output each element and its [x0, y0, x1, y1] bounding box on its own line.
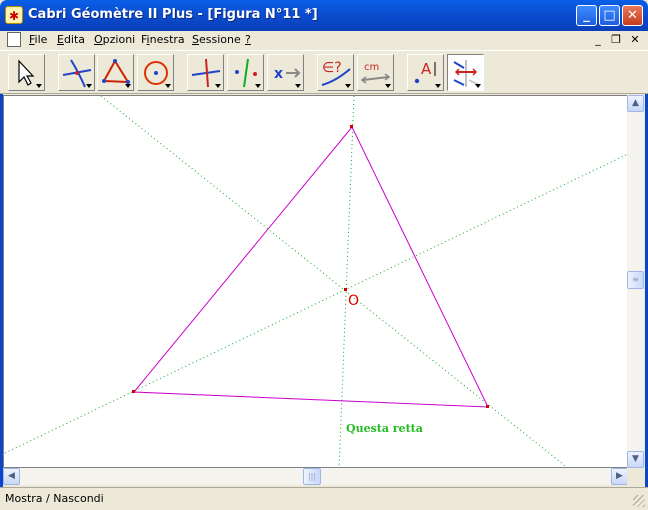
document-icon[interactable]	[7, 32, 21, 47]
menu-edita[interactable]: Edita	[57, 33, 85, 46]
vertex-right[interactable]	[486, 405, 489, 408]
tool-label[interactable]: A	[407, 54, 444, 91]
vertical-scroll-thumb[interactable]: ≡	[627, 271, 644, 289]
tool-show-hide[interactable]	[447, 54, 484, 91]
status-bar: Mostra / Nascondi	[0, 487, 648, 510]
resize-grip-icon[interactable]	[633, 495, 645, 507]
mdi-restore-button[interactable]: ❐	[608, 33, 624, 47]
svg-text:∈?: ∈?	[322, 60, 342, 76]
cabri-icon[interactable]: ✱	[5, 6, 23, 24]
drawing-canvas[interactable]: O Questa retta	[3, 95, 628, 468]
window-title: Cabri Géomètre II Plus - [Figura N°11 *]	[28, 7, 318, 22]
menu-opzioni[interactable]: Opzioni	[94, 33, 135, 46]
menu-file[interactable]: File	[29, 33, 47, 46]
svg-text:cm: cm	[364, 62, 379, 73]
scroll-left-button[interactable]: ◀	[3, 468, 20, 485]
tool-perpendicular[interactable]	[187, 54, 224, 91]
close-button[interactable]: ✕	[622, 5, 643, 26]
horizontal-scrollbar[interactable]: ◀ ||| ▶	[3, 468, 628, 485]
status-text: Mostra / Nascondi	[5, 492, 104, 505]
scroll-corner	[627, 468, 644, 485]
point-o-label: O	[348, 293, 359, 309]
menu-sessione[interactable]: Sessione	[192, 33, 241, 46]
triangle[interactable]	[132, 126, 489, 408]
minimize-icon: _	[583, 8, 590, 23]
horizontal-scroll-thumb[interactable]: |||	[303, 468, 321, 485]
vertical-scrollbar[interactable]: ▲ ≡ ▼	[627, 95, 644, 468]
tool-check-property[interactable]: ∈?	[317, 54, 354, 91]
bisector-line-2[interactable]	[4, 153, 628, 454]
scroll-down-button[interactable]: ▼	[627, 451, 644, 468]
title-bar[interactable]: ✱ Cabri Géomètre II Plus - [Figura N°11 …	[0, 0, 648, 31]
point-o[interactable]	[344, 288, 347, 291]
vertex-top[interactable]	[350, 125, 353, 128]
tool-measure[interactable]: cm	[357, 54, 394, 91]
close-icon: ✕	[627, 8, 638, 23]
tool-pointer[interactable]	[8, 54, 45, 91]
geometry-figure[interactable]: O Questa retta	[4, 96, 628, 468]
tool-circle[interactable]	[137, 54, 174, 91]
menu-help[interactable]: ?	[245, 33, 251, 46]
menu-finestra[interactable]: Finestra	[141, 33, 185, 46]
maximize-icon: □	[603, 8, 616, 23]
menu-bar: File Edita Opzioni Finestra Sessione ? _…	[0, 31, 648, 50]
tooltip-this-line: Questa retta	[346, 422, 423, 435]
scroll-right-button[interactable]: ▶	[611, 468, 628, 485]
mdi-close-button[interactable]: ✕	[627, 33, 643, 47]
toolbar: x ∈? cm A	[0, 50, 648, 94]
bisector-line-1[interactable]	[100, 96, 569, 468]
bisector-line-3[interactable]	[338, 96, 355, 468]
scroll-up-button[interactable]: ▲	[627, 95, 644, 112]
tool-triangle[interactable]	[97, 54, 134, 91]
mdi-minimize-button[interactable]: _	[590, 33, 606, 47]
tool-symmetry[interactable]	[227, 54, 264, 91]
minimize-button[interactable]: _	[576, 5, 597, 26]
vertex-left[interactable]	[132, 390, 135, 393]
tool-lines[interactable]	[58, 54, 95, 91]
maximize-button[interactable]: □	[599, 5, 620, 26]
svg-text:A: A	[421, 60, 432, 78]
tool-transform[interactable]: x	[267, 54, 304, 91]
svg-text:x: x	[274, 66, 283, 82]
